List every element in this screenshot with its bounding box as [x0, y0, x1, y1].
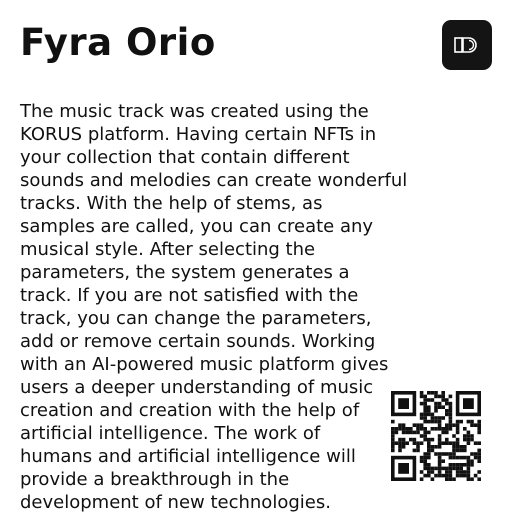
description-line: parameters, the system generates a — [20, 262, 350, 283]
description-line: track, you can change the parameters, — [20, 308, 372, 329]
qr-code[interactable] — [386, 388, 486, 484]
description-line: samples are called, you can create any — [20, 216, 374, 237]
description-line: musical style. After selecting the — [20, 239, 316, 260]
description-line: sounds and melodies can create wonderful — [20, 170, 408, 191]
description-line: The music track was created using the — [20, 101, 369, 122]
qr-code-icon — [391, 391, 481, 481]
description-line: with an AI-powered music platform gives — [20, 354, 389, 375]
page-title: Fyra Orio — [20, 21, 216, 64]
korus-logo-button[interactable] — [442, 20, 492, 70]
description-line: track. If you are not satisfied with the — [20, 285, 359, 306]
description-line: tracks. With the help of stems, as — [20, 193, 323, 214]
description-line: your collection that contain different — [20, 147, 350, 168]
description-line: add or remove certain sounds. Working — [20, 331, 376, 352]
description-line: development of new technologies. — [20, 492, 331, 513]
description-line: KORUS platform. Having certain NFTs in — [20, 124, 377, 145]
korus-logo-icon — [454, 37, 477, 53]
